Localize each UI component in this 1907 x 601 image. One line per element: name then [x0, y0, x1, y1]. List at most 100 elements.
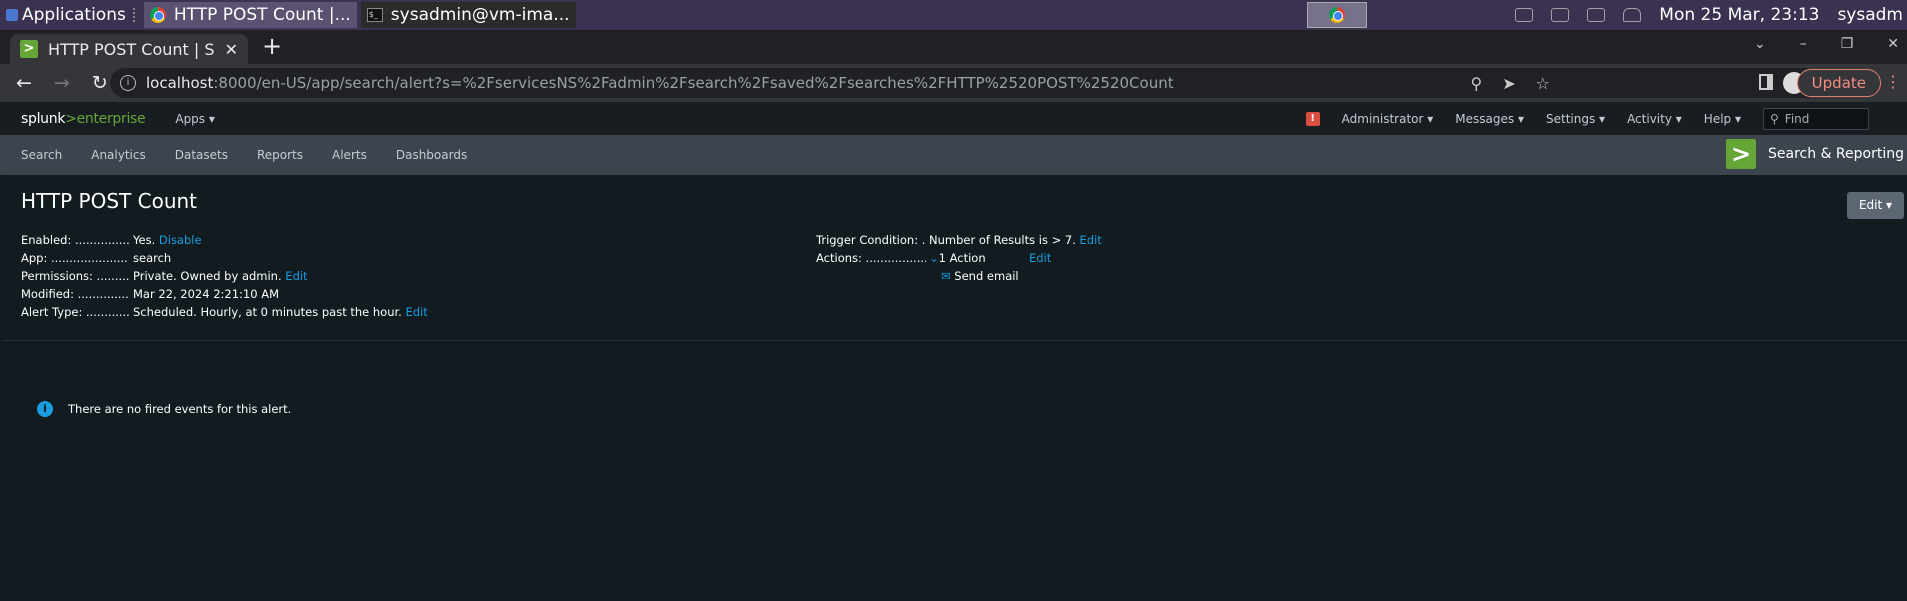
back-icon[interactable]: ← — [16, 72, 32, 94]
system-tray: Mon 25 Mar, 23:13 sysadm — [1515, 0, 1907, 30]
modified-label: Modified: ..............................… — [21, 287, 129, 301]
actions-toggle[interactable]: ⌄1 Action — [929, 251, 986, 265]
reload-icon[interactable]: ↻ — [92, 72, 108, 94]
app-icon: > — [1726, 139, 1757, 169]
chevron-down-icon: ⌄ — [929, 251, 939, 265]
nav-alerts[interactable]: Alerts — [332, 148, 367, 162]
applications-icon — [6, 9, 18, 21]
alert-type-value: Scheduled. Hourly, at 0 minutes past the… — [133, 305, 428, 319]
minimize-icon[interactable]: – — [1800, 36, 1807, 52]
nav-dashboards[interactable]: Dashboards — [396, 148, 467, 162]
trigger-edit-link[interactable]: Edit — [1080, 233, 1102, 247]
user-menu[interactable]: sysadm — [1837, 5, 1903, 25]
no-events-text: There are no fired events for this alert… — [68, 402, 292, 416]
nav-search[interactable]: Search — [21, 148, 62, 162]
alert-details-left: Enabled: ...............................… — [21, 233, 801, 323]
logo-text: splunk — [21, 110, 66, 127]
activity-menu[interactable]: Activity ▾ — [1627, 112, 1682, 126]
nav-analytics[interactable]: Analytics — [91, 148, 146, 162]
taskbar-window-chrome[interactable]: HTTP POST Count |... — [143, 2, 357, 28]
enabled-value: Yes. Disable — [133, 233, 202, 247]
address-bar-row: ← → ↻ i localhost :8000/en-US/app/search… — [0, 64, 1907, 102]
taskbar-window-label: HTTP POST Count |... — [173, 5, 351, 25]
browser-tab-strip: > HTTP POST Count | Splunk ✕ + — [0, 30, 1907, 64]
trigger-label: Trigger Condition: ................ — [816, 233, 926, 247]
close-tab-icon[interactable]: ✕ — [225, 40, 238, 59]
action-item-label: Send email — [954, 269, 1019, 283]
site-info-icon[interactable]: i — [120, 75, 136, 91]
terminal-icon: $_ — [366, 8, 383, 22]
workspace-preview[interactable] — [1307, 2, 1367, 28]
apps-label: Apps — [175, 111, 206, 126]
alert-type-label: Alert Type: ............................… — [21, 305, 129, 319]
help-menu[interactable]: Help ▾ — [1704, 112, 1741, 126]
wifi-icon[interactable] — [1515, 8, 1534, 22]
volume-icon[interactable] — [1551, 8, 1570, 22]
nav-datasets[interactable]: Datasets — [175, 148, 228, 162]
close-window-icon[interactable]: ✕ — [1887, 36, 1899, 52]
find-input[interactable]: ⚲ Find — [1763, 107, 1869, 130]
chrome-menu-icon[interactable]: ⋮ — [1885, 72, 1901, 91]
modified-value: Mar 22, 2024 2:21:10 AM — [133, 287, 279, 301]
nav-reports[interactable]: Reports — [257, 148, 303, 162]
window-controls: ⌄ – ❐ ✕ — [1754, 36, 1899, 52]
alert-type-text: Scheduled. Hourly, at 0 minutes past the… — [133, 305, 402, 319]
forward-icon[interactable]: → — [54, 72, 70, 94]
logo-chevron: > — [65, 110, 77, 127]
enabled-label: Enabled: ............................... — [21, 233, 129, 247]
menu-label: Messages — [1455, 111, 1515, 126]
caret-down-icon: ▾ — [208, 111, 215, 126]
permissions-text: Private. Owned by admin. — [133, 269, 282, 283]
side-panel-icon[interactable] — [1759, 74, 1773, 90]
taskbar-window-label: sysadmin@vm-ima... — [390, 5, 570, 25]
bell-icon[interactable] — [1623, 8, 1642, 22]
zoom-icon[interactable]: ⚲ — [1471, 74, 1483, 93]
alert-details-right: Trigger Condition: ................ Numb… — [816, 233, 1216, 293]
chrome-icon — [1329, 7, 1345, 23]
send-icon[interactable]: ➤ — [1502, 74, 1515, 93]
app-identity[interactable]: > Search & Reporting — [1726, 139, 1904, 169]
alert-type-edit-link[interactable]: Edit — [406, 305, 428, 319]
taskbar-window-terminal[interactable]: $_ sysadmin@vm-ima... — [360, 2, 576, 28]
separator — [132, 8, 135, 22]
new-tab-button[interactable]: + — [262, 32, 282, 60]
tab-title: HTTP POST Count | Splunk — [48, 39, 215, 59]
update-button[interactable]: Update — [1796, 69, 1881, 97]
maximize-icon[interactable]: ❐ — [1841, 36, 1854, 52]
actions-edit-link[interactable]: Edit — [1029, 251, 1051, 265]
splunk-logo[interactable]: splunk>enterprise — [21, 110, 146, 127]
app-label: App: ...................................… — [21, 251, 129, 265]
trigger-value: Number of Results is > 7. Edit — [929, 233, 1102, 247]
apps-menu[interactable]: Apps ▾ — [175, 112, 215, 126]
no-events-message: i There are no fired events for this ale… — [37, 401, 291, 417]
clock[interactable]: Mon 25 Mar, 23:13 — [1659, 5, 1819, 25]
administrator-menu[interactable]: Administrator ▾ — [1342, 112, 1434, 126]
divider — [3, 340, 1907, 341]
app-value: search — [133, 251, 172, 265]
menu-label: Settings — [1546, 111, 1596, 126]
permissions-edit-link[interactable]: Edit — [285, 269, 307, 283]
battery-icon[interactable] — [1587, 8, 1606, 22]
messages-menu[interactable]: Messages ▾ — [1455, 112, 1524, 126]
bookmark-star-icon[interactable]: ☆ — [1536, 74, 1550, 93]
action-item: ✉ Send email — [941, 269, 1019, 283]
url-path: :8000/en-US/app/search/alert?s=%2Fservic… — [213, 74, 1174, 92]
alert-detail-page: HTTP POST Count Edit ▾ Enabled: ........… — [3, 175, 1907, 601]
info-icon: i — [37, 401, 53, 417]
url-bar[interactable]: i localhost :8000/en-US/app/search/alert… — [110, 68, 1820, 98]
permissions-label: Permissions: ...........................… — [21, 269, 129, 283]
tab-search-icon[interactable]: ⌄ — [1754, 36, 1766, 52]
menu-label: Administrator — [1341, 111, 1424, 126]
disable-link[interactable]: Disable — [159, 233, 202, 247]
settings-menu[interactable]: Settings ▾ — [1546, 112, 1605, 126]
find-placeholder: Find — [1784, 111, 1810, 126]
permissions-value: Private. Owned by admin. Edit — [133, 269, 308, 283]
system-alert-icon[interactable]: ! — [1305, 111, 1320, 126]
applications-menu[interactable]: Applications — [0, 0, 144, 30]
app-name: Search & Reporting — [1768, 146, 1904, 162]
logo-enterprise: enterprise — [76, 110, 146, 127]
nav-buttons: ← → ↻ — [0, 72, 108, 94]
browser-tab[interactable]: > HTTP POST Count | Splunk ✕ — [10, 34, 248, 64]
omnibox-actions: ⚲ ➤ ☆ — [1471, 68, 1550, 98]
edit-button[interactable]: Edit ▾ — [1847, 192, 1904, 219]
